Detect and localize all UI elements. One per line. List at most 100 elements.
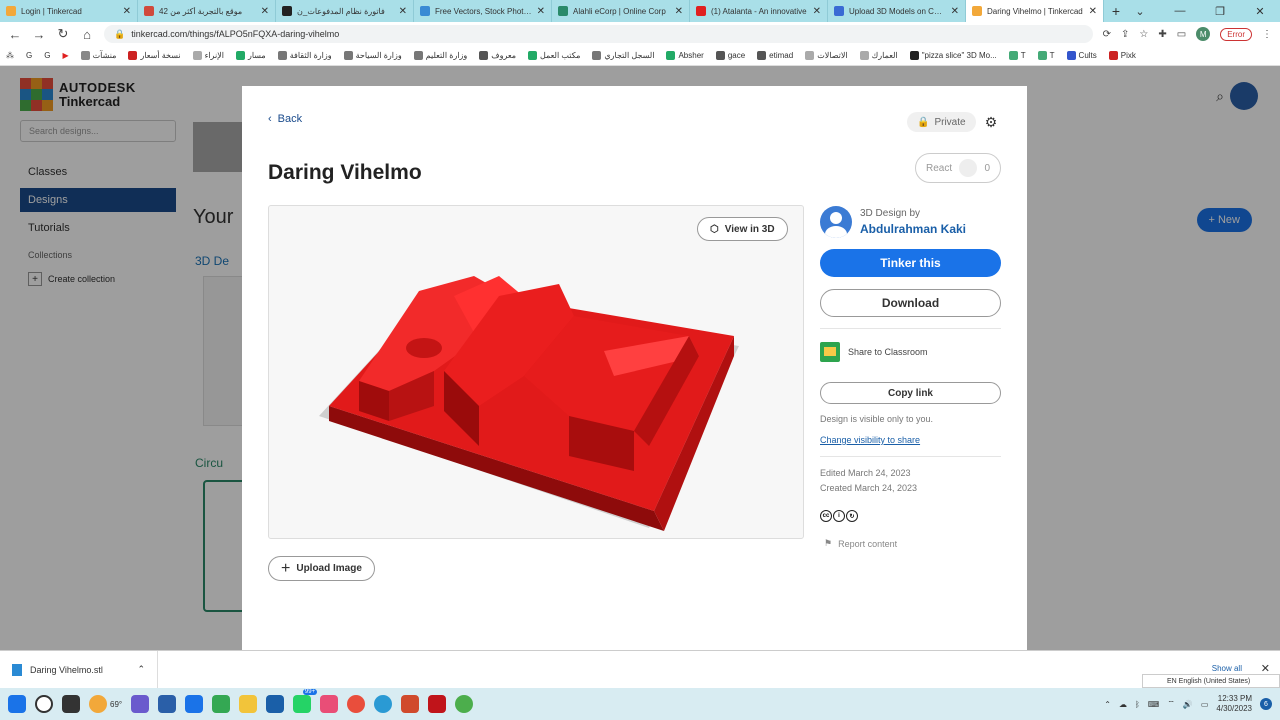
bookmark-item[interactable]: السجل التجاري (592, 51, 654, 60)
bookmark-item[interactable]: العمارك (859, 51, 898, 60)
model-preview[interactable]: ⬡ View in 3D (268, 205, 804, 539)
volume-icon[interactable]: 🔊 (1183, 700, 1193, 709)
report-content-link[interactable]: ⚑ Report content (820, 538, 1001, 549)
battery-icon[interactable]: ▭ (1201, 700, 1209, 709)
browser-tab[interactable]: موقع بالتجربة أكثر من 42 ✕ (138, 0, 276, 22)
browser-tab[interactable]: Upload 3D Models on Cults ✕ (828, 0, 966, 22)
tab-close-icon[interactable]: ✕ (675, 6, 683, 17)
show-all-link[interactable]: Show all (1212, 664, 1242, 673)
share-to-classroom-button[interactable]: Share to Classroom (820, 340, 1001, 364)
store-icon[interactable] (158, 695, 177, 713)
tab-close-icon[interactable]: ✕ (399, 6, 407, 17)
menu-icon[interactable]: ⋮ (1262, 29, 1272, 40)
author-avatar[interactable] (820, 206, 852, 238)
bluetooth-icon[interactable]: ᛒ (1135, 700, 1140, 709)
cloud-icon[interactable]: ☁ (1119, 700, 1127, 709)
bookmark-item[interactable]: معروف (479, 51, 516, 60)
tab-close-icon[interactable]: ✕ (261, 6, 269, 17)
gear-icon[interactable]: ⚙ (983, 114, 999, 130)
mail-icon[interactable] (266, 695, 285, 713)
browser-tab[interactable]: Login | Tinkercad ✕ (0, 0, 138, 22)
google-icon[interactable]: G (44, 51, 50, 60)
weather-icon[interactable] (89, 695, 107, 713)
download-button[interactable]: Download (820, 289, 1001, 317)
star-icon[interactable]: ☆ (1139, 29, 1148, 40)
windows-start-icon[interactable] (8, 695, 26, 713)
bookmark-item[interactable]: مسار (235, 51, 266, 60)
change-visibility-link[interactable]: Change visibility to share (820, 435, 1001, 445)
folder-icon[interactable] (239, 695, 258, 713)
home-icon[interactable]: ⌂ (80, 27, 94, 42)
back-arrow-icon[interactable]: ← (8, 27, 22, 42)
bookmark-item[interactable]: الاتصالات (805, 51, 848, 60)
acrobat-icon[interactable] (428, 695, 447, 713)
powerpoint-icon[interactable] (401, 695, 420, 713)
creative-commons-license[interactable]: cc i ↻ (820, 510, 1001, 522)
download-item[interactable]: Daring Vihelmo.stl ⌃ (0, 650, 158, 689)
chevron-down-icon[interactable]: ⌄ (1120, 0, 1160, 22)
browser-tab[interactable]: Alahli eCorp | Online Corp ✕ (552, 0, 690, 22)
tab-close-icon[interactable]: ✕ (123, 6, 131, 17)
app-icon[interactable] (320, 695, 339, 713)
bookmark-item[interactable]: gace (715, 51, 745, 60)
extensions-icon[interactable]: ✚ (1158, 29, 1166, 40)
privacy-badge[interactable]: 🔒 Private (907, 112, 976, 132)
upload-image-button[interactable]: + Upload Image (268, 556, 375, 581)
tab-close-icon[interactable]: ✕ (951, 6, 959, 17)
author-name-link[interactable]: Abdulrahman Kaki (860, 222, 966, 236)
chrome-icon[interactable] (347, 695, 366, 713)
tinker-this-button[interactable]: Tinker this (820, 249, 1001, 277)
tab-close-icon[interactable]: ✕ (537, 6, 545, 17)
bookmark-item[interactable]: Pixk (1108, 51, 1136, 60)
keyboard-icon[interactable]: ⌨ (1148, 700, 1160, 709)
whatsapp-icon[interactable]: 99+ (293, 689, 318, 713)
wifi-icon[interactable]: ⌔ (1167, 699, 1175, 709)
edge-icon[interactable] (374, 695, 393, 713)
bookmark-item[interactable]: وزارة الثقافة (277, 51, 332, 60)
forward-arrow-icon[interactable]: → (32, 27, 46, 42)
bookmark-item[interactable]: "pizza slice" 3D Mo... (909, 51, 997, 60)
chevron-up-icon[interactable]: ⌃ (137, 664, 145, 675)
bookmark-item[interactable]: Absher (666, 51, 704, 60)
tab-close-icon[interactable]: ✕ (813, 6, 821, 17)
search-icon[interactable] (35, 695, 53, 713)
google-lens-icon[interactable]: ⟳ (1103, 29, 1111, 40)
browser-tab[interactable]: Free Vectors, Stock Photos ✕ (414, 0, 552, 22)
youtube-icon[interactable]: ▶ (62, 51, 68, 60)
clock[interactable]: 12:33 PM 4/30/2023 (1216, 694, 1252, 714)
google-icon[interactable]: G (26, 51, 32, 60)
bookmark-item[interactable]: الإنراء (192, 51, 224, 60)
reload-icon[interactable]: ↻ (56, 26, 70, 42)
task-view-icon[interactable] (62, 695, 80, 713)
bookmark-item[interactable]: etimad (757, 51, 793, 60)
close-icon[interactable]: ✕ (1240, 0, 1280, 22)
chat-icon[interactable] (131, 695, 150, 713)
bookmark-item[interactable]: مكتب العمل (528, 51, 580, 60)
drive-icon[interactable] (212, 695, 231, 713)
bookmark-item[interactable]: وزارة التعليم (413, 51, 467, 60)
bookmark-item[interactable]: T (1008, 51, 1026, 60)
restore-icon[interactable]: ❐ (1200, 0, 1240, 22)
apps-icon[interactable]: ⁂ (6, 51, 14, 60)
sidebar-icon[interactable]: ▭ (1177, 29, 1186, 40)
tab-close-icon[interactable]: ✕ (1089, 6, 1097, 17)
copy-link-button[interactable]: Copy link (820, 382, 1001, 404)
bookmark-item[interactable]: منشآت (80, 51, 116, 60)
bookmark-item[interactable]: نسخة أسعار (128, 51, 181, 60)
url-field[interactable]: 🔒 tinkercad.com/things/fALPO5nFQXA-darin… (104, 25, 1093, 43)
chrome-icon[interactable] (455, 695, 474, 713)
profile-avatar[interactable]: M (1196, 27, 1211, 41)
chevron-up-icon[interactable]: ⌃ (1104, 700, 1111, 709)
bookmark-item[interactable]: T (1037, 51, 1055, 60)
settings-icon[interactable] (185, 695, 204, 713)
react-button[interactable]: React 0 (915, 153, 1001, 183)
bookmark-item[interactable]: Cults (1066, 51, 1097, 60)
view-in-3d-button[interactable]: ⬡ View in 3D (697, 217, 788, 241)
notification-icon[interactable]: 6 (1260, 698, 1272, 710)
minimize-icon[interactable]: — (1160, 0, 1200, 22)
browser-tab[interactable]: (1) Atalanta - An innovative ✕ (690, 0, 828, 22)
error-button[interactable]: Error (1220, 27, 1252, 41)
browser-tab[interactable]: فاتورة نظام المدفوعات_ن ✕ (276, 0, 414, 22)
back-link[interactable]: ‹ Back (268, 113, 302, 125)
share-icon[interactable]: ⇪ (1121, 29, 1129, 40)
